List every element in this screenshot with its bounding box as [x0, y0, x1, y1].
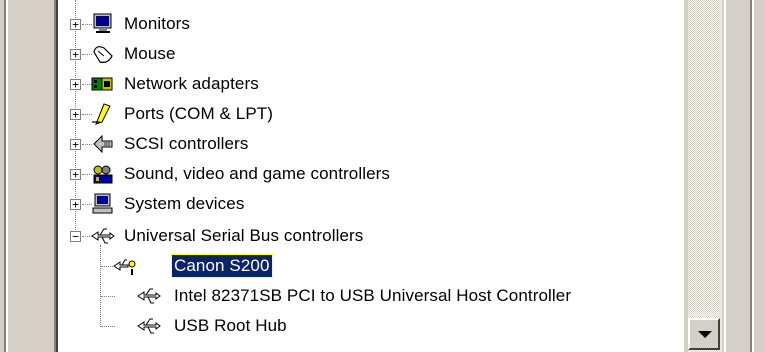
expand-toggle-ports[interactable]: + [70, 109, 81, 120]
left-frame [0, 0, 60, 352]
scsi-icon [93, 134, 113, 154]
expand-toggle-mouse[interactable]: + [70, 49, 81, 60]
tree-item-usb-root-hub[interactable]: USB Root Hub [172, 315, 289, 337]
tree-item-monitors[interactable]: Monitors [122, 13, 192, 35]
usb-warning-icon [113, 259, 136, 275]
chevron-down-icon [698, 331, 712, 338]
port-icon [92, 103, 111, 125]
mouse-icon [93, 46, 113, 63]
tree-item-intel-usb-host-controller[interactable]: Intel 82371SB PCI to USB Universal Host … [172, 285, 573, 307]
expand-toggle-monitors[interactable]: + [70, 19, 81, 30]
right-frame [724, 0, 765, 352]
tree-item-canon-s200[interactable]: Canon S200 [171, 254, 273, 278]
tree-item-scsi-controllers[interactable]: SCSI controllers [122, 133, 250, 155]
device-manager-window: + Monitors + Mouse + Network adapters + … [0, 0, 765, 352]
tree-item-sound[interactable]: Sound, video and game controllers [122, 163, 392, 185]
vertical-scrollbar[interactable] [684, 0, 724, 352]
expand-toggle-scsi-controllers[interactable]: + [70, 139, 81, 150]
expand-toggle-system-devices[interactable]: + [70, 199, 81, 210]
scroll-down-button[interactable] [688, 318, 720, 350]
tree-item-ports[interactable]: Ports (COM & LPT) [122, 103, 275, 125]
computer-icon [92, 193, 113, 214]
network-adapter-icon [91, 77, 113, 91]
sound-icon [93, 165, 113, 184]
collapse-toggle-usb-controllers[interactable]: − [70, 231, 81, 242]
expand-toggle-sound[interactable]: + [70, 169, 81, 180]
monitor-icon [93, 13, 112, 33]
tree-item-usb-controllers[interactable]: Universal Serial Bus controllers [122, 225, 365, 247]
tree-item-system-devices[interactable]: System devices [122, 193, 246, 215]
tree-item-mouse[interactable]: Mouse [122, 43, 178, 65]
tree-item-network-adapters[interactable]: Network adapters [122, 73, 261, 95]
expand-toggle-network-adapters[interactable]: + [70, 79, 81, 90]
scroll-track[interactable] [688, 0, 722, 352]
usb-icon [137, 288, 161, 304]
usb-icon [91, 228, 115, 244]
device-tree[interactable]: + Monitors + Mouse + Network adapters + … [58, 0, 684, 352]
usb-icon [137, 318, 161, 334]
